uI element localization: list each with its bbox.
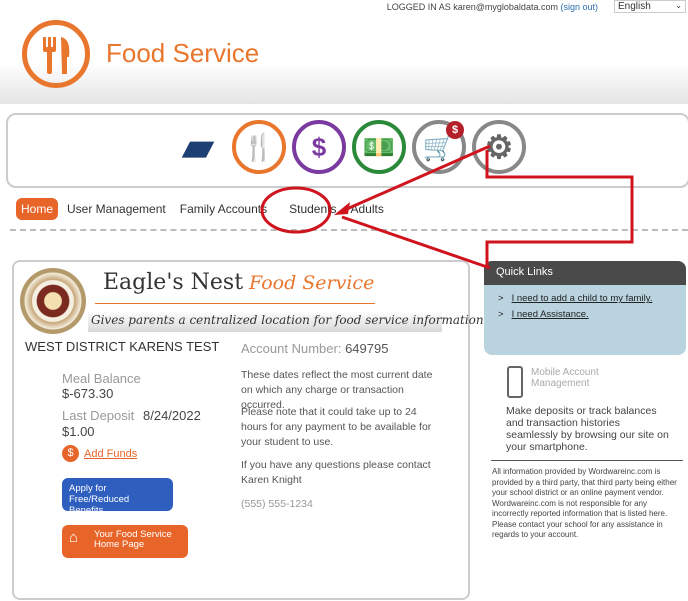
divider (491, 460, 683, 461)
quick-links-panel: Quick Links > I need to add a child to my… (484, 261, 686, 355)
account-number-label: Account Number: (241, 341, 342, 356)
last-deposit-date: 8/24/2022 (143, 408, 201, 423)
gear-app-icon[interactable]: ⚙ (472, 120, 526, 174)
nav-students[interactable]: Students (284, 198, 341, 220)
payments-app-icon[interactable]: 💵 (352, 120, 406, 174)
quick-link-item: > I need Assistance. (498, 309, 589, 320)
meal-balance-value: $-673.30 (62, 386, 114, 401)
banner-name: Eagle's Nest (103, 270, 244, 295)
mobile-title: Mobile Account Management (531, 367, 599, 389)
assistance-link[interactable]: I need Assistance. (512, 309, 589, 320)
add-funds-link[interactable]: $ Add Funds (62, 445, 137, 462)
home-icon: ⌂ (69, 529, 79, 546)
sign-out-link[interactable]: (sign out) (560, 2, 598, 12)
login-status: LOGGED IN AS karen@myglobaldata.com (sig… (387, 2, 598, 12)
banner-title: Eagle's Nest Food Service (103, 270, 374, 295)
header (0, 0, 688, 104)
dollar-badge-icon: $ (446, 121, 464, 139)
district-name: WEST DISTRICT KARENS TEST (25, 339, 220, 354)
food-service-home-button[interactable]: ⌂ Your Food Service Home Page (62, 525, 188, 558)
banner-highlight: Food Service (249, 272, 375, 294)
nav-adults[interactable]: Adults (345, 198, 388, 220)
quick-link-item: > I need to add a child to my family. (498, 293, 653, 304)
main-nav: Home User Management Family Accounts Stu… (16, 198, 393, 220)
chevron-down-icon: ⌄ (675, 1, 682, 10)
divider (10, 229, 688, 231)
last-deposit-amount: $1.00 (62, 424, 95, 439)
add-child-link[interactable]: I need to add a child to my family. (512, 293, 653, 304)
school-seal-logo (20, 268, 86, 334)
info-contact: If you have any questions please contact… (241, 459, 431, 486)
smartphone-icon (507, 366, 523, 398)
language-value: English (618, 1, 651, 12)
mobile-description: Make deposits or track balances and tran… (506, 405, 669, 453)
nav-home[interactable]: Home (16, 198, 59, 220)
meal-balance-label: Meal Balance (62, 371, 141, 386)
apply-benefits-button[interactable]: Apply for Free/Reduced Benefits (62, 478, 173, 516)
login-label: LOGGED IN AS (386, 2, 451, 12)
account-number: Account Number: 649795 (241, 341, 388, 356)
disclaimer: All information provided by Wordwareinc.… (492, 467, 677, 539)
account-number-value: 649795 (345, 341, 389, 356)
last-deposit-label: Last Deposit (62, 408, 135, 423)
dollar-coin-icon: $ (62, 445, 79, 462)
user-email: karen@myglobaldata.com (453, 2, 558, 12)
app-title: Food Service (106, 38, 260, 68)
fork-knife-logo-icon (22, 20, 90, 88)
info-processing: Please note that it could take up to 24 … (241, 406, 432, 448)
language-select[interactable]: English ⌄ (614, 0, 686, 13)
app-launcher-bar (6, 113, 688, 188)
add-funds-label: Add Funds (84, 447, 138, 460)
contact-phone: (555) 555-1234 (241, 498, 313, 510)
wallet-app-icon[interactable]: ▰ (171, 120, 225, 174)
nav-user-management[interactable]: User Management (62, 198, 171, 220)
food-service-app-icon[interactable]: 🍴 (232, 120, 286, 174)
banner-rule (95, 303, 375, 304)
nav-family-accounts[interactable]: Family Accounts (175, 198, 272, 220)
quick-links-title: Quick Links (484, 261, 686, 285)
banner-tagline: Gives parents a centralized location for… (88, 311, 484, 332)
home-button-label: Your Food Service Home Page (94, 529, 172, 550)
tuition-app-icon[interactable]: $ (292, 120, 346, 174)
